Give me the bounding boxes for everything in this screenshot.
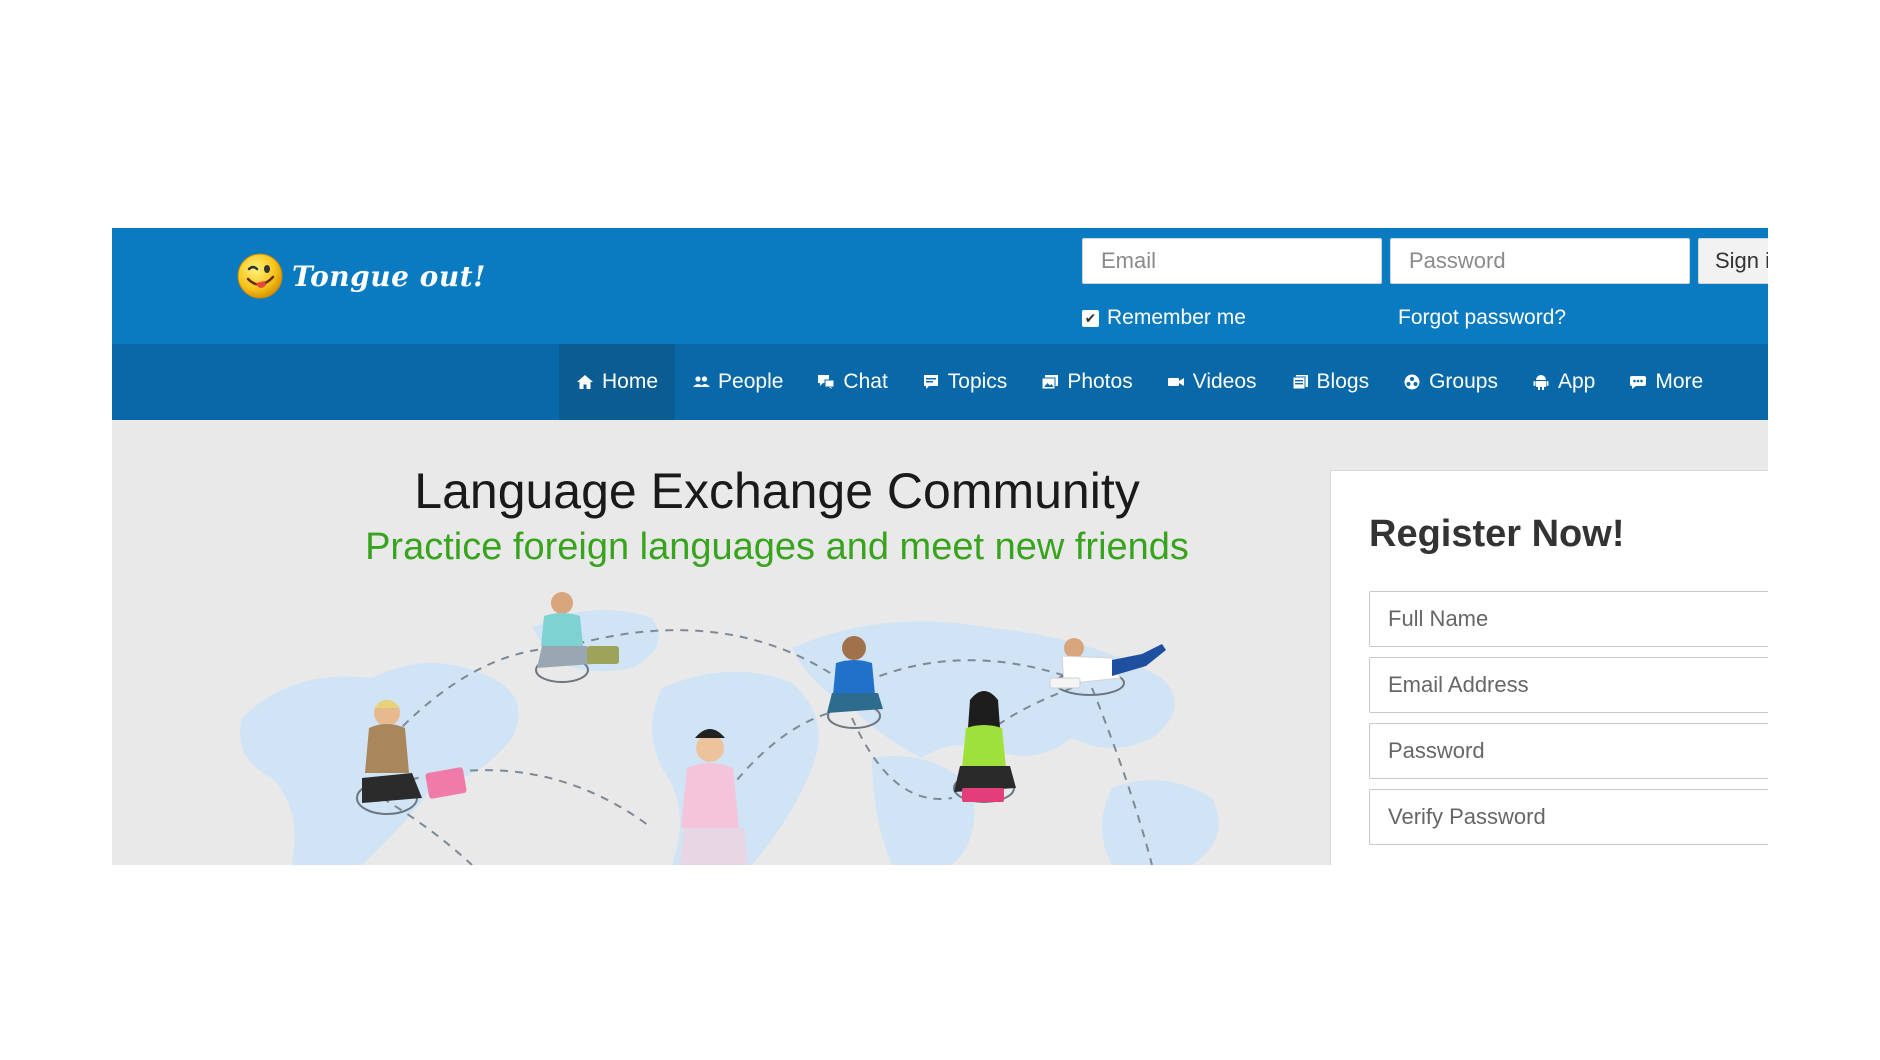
world-map-people-illustration <box>240 592 1219 865</box>
nav-item-label: Groups <box>1429 370 1498 393</box>
nav-item-label: Chat <box>843 370 888 393</box>
nav-item-label: Blogs <box>1316 370 1370 393</box>
groups-icon <box>1403 374 1421 390</box>
blogs-icon <box>1291 374 1309 390</box>
register-title: Register Now! <box>1369 513 1625 555</box>
register-panel: Register Now! <box>1330 470 1768 865</box>
nav-item-label: People <box>718 370 784 393</box>
nav-item-label: Home <box>602 370 659 393</box>
nav-item-topics[interactable]: Topics <box>905 344 1025 420</box>
tongue-out-smiley-icon <box>237 253 283 299</box>
remember-me[interactable]: ✔ Remember me <box>1082 306 1246 330</box>
login-password-input[interactable] <box>1390 238 1690 284</box>
nav-item-groups[interactable]: Groups <box>1386 344 1515 420</box>
nav-item-app[interactable]: App <box>1515 344 1612 420</box>
nav-item-label: Photos <box>1067 370 1133 393</box>
email-address-input[interactable] <box>1369 657 1768 713</box>
nav-item-blogs[interactable]: Blogs <box>1274 344 1387 420</box>
chat-icon <box>817 374 835 390</box>
password-input[interactable] <box>1369 723 1768 779</box>
nav-item-label: App <box>1557 370 1596 393</box>
people-icon <box>692 374 711 390</box>
more-icon <box>1629 374 1647 390</box>
nav-item-label: More <box>1655 370 1704 393</box>
nav-item-photos[interactable]: Photos <box>1024 344 1149 420</box>
nav-item-people[interactable]: People <box>675 344 800 420</box>
sign-in-button[interactable]: Sign i <box>1698 238 1768 284</box>
header-bar: Tongue out! Sign i ✔ Remember me Forgot … <box>112 228 1768 344</box>
full-name-input[interactable] <box>1369 591 1768 647</box>
nav-item-videos[interactable]: Videos <box>1150 344 1274 420</box>
logo-text: Tongue out! <box>292 259 486 293</box>
site-logo[interactable]: Tongue out! <box>236 250 486 302</box>
login-email-input[interactable] <box>1082 238 1382 284</box>
hero-title: Language Exchange Community <box>414 463 1140 519</box>
hero-subtitle: Practice foreign languages and meet new … <box>365 526 1189 568</box>
nav-item-label: Topics <box>947 370 1008 393</box>
nav-item-chat[interactable]: Chat <box>800 344 904 420</box>
remember-me-checkbox[interactable]: ✔ <box>1082 309 1099 327</box>
home-icon <box>576 374 594 390</box>
app-window: Tongue out! Sign i ✔ Remember me Forgot … <box>112 228 1768 865</box>
photos-icon <box>1041 374 1059 390</box>
nav-item-label: Videos <box>1192 370 1257 393</box>
android-icon <box>1532 374 1550 390</box>
remember-me-label: Remember me <box>1107 306 1246 329</box>
nav-item-home[interactable]: Home <box>559 344 676 420</box>
verify-password-input[interactable] <box>1369 789 1768 845</box>
topics-icon <box>922 374 940 390</box>
nav-item-more[interactable]: More <box>1612 344 1720 420</box>
videos-icon <box>1167 374 1185 390</box>
forgot-password-link[interactable]: Forgot password? <box>1398 306 1566 330</box>
main-nav: Home People Chat Topics Photos Videos Bl… <box>112 344 1768 420</box>
